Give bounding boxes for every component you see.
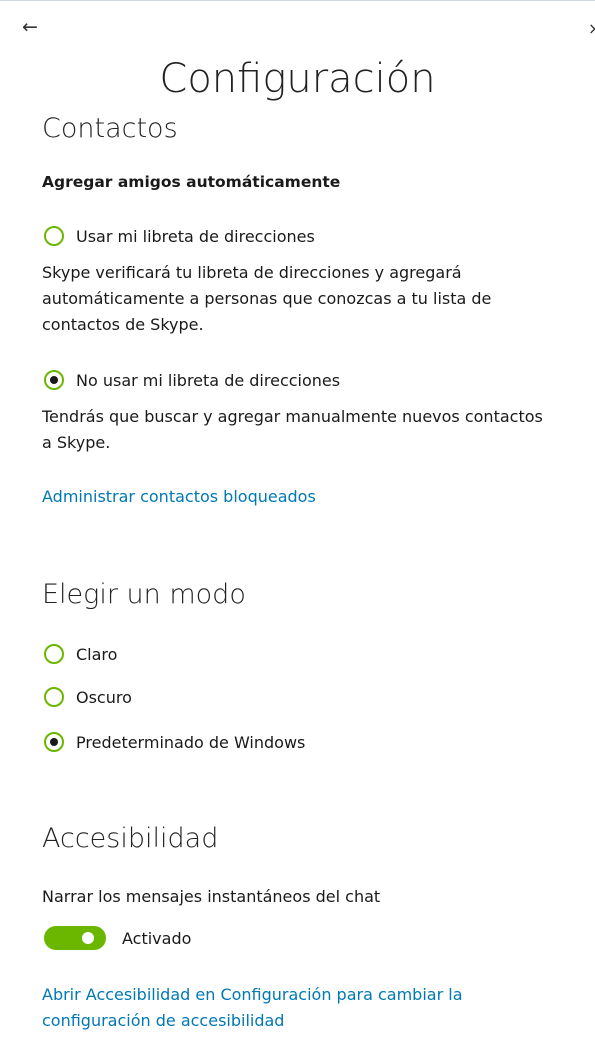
open-accessibility-settings-link[interactable]: Abrir Accesibilidad en Configuración par…: [42, 982, 562, 1034]
radio-mode-dark[interactable]: Oscuro: [44, 687, 132, 707]
section-title-mode: Elegir un modo: [42, 579, 246, 610]
section-title-contacts: Contactos: [42, 113, 178, 144]
radio-use-address-book-circle[interactable]: [44, 226, 64, 246]
radio-mode-light[interactable]: Claro: [44, 644, 117, 664]
radio-use-address-book[interactable]: Usar mi libreta de direcciones: [44, 226, 315, 246]
radio-use-address-book-label: Usar mi libreta de direcciones: [76, 226, 315, 246]
manage-blocked-contacts-link[interactable]: Administrar contactos bloqueados: [42, 484, 562, 510]
narrate-toggle-state: Activado: [122, 928, 192, 948]
auto-add-friends-heading: Agregar amigos automáticamente: [42, 173, 341, 191]
radio-mode-dark-circle[interactable]: [44, 687, 64, 707]
radio-no-address-book-circle[interactable]: [44, 370, 64, 390]
radio-no-address-book-label: No usar mi libreta de direcciones: [76, 370, 341, 390]
radio-mode-dark-label: Oscuro: [76, 687, 132, 707]
radio-mode-windows-default-circle[interactable]: [44, 732, 64, 752]
section-title-accessibility: Accesibilidad: [42, 823, 219, 854]
narrate-messages-label: Narrar los mensajes instantáneos del cha…: [42, 887, 381, 906]
radio-mode-windows-default[interactable]: Predeterminado de Windows: [44, 732, 305, 752]
use-address-book-description: Skype verificará tu libreta de direccion…: [42, 263, 492, 334]
close-icon[interactable]: ×: [588, 18, 595, 40]
no-address-book-description: Tendrás que buscar y agregar manualmente…: [42, 407, 543, 452]
radio-mode-windows-default-label: Predeterminado de Windows: [76, 732, 306, 752]
radio-no-address-book[interactable]: No usar mi libreta de direcciones: [44, 370, 340, 390]
radio-mode-light-label: Claro: [76, 644, 118, 664]
toggle-knob: [82, 932, 94, 944]
back-arrow-icon[interactable]: ←: [22, 16, 38, 38]
top-border: [0, 0, 595, 1]
narrate-toggle-switch[interactable]: [44, 926, 106, 950]
radio-mode-light-circle[interactable]: [44, 644, 64, 664]
page-title: Configuración: [159, 56, 436, 102]
narrate-toggle-row[interactable]: Activado: [44, 926, 191, 950]
